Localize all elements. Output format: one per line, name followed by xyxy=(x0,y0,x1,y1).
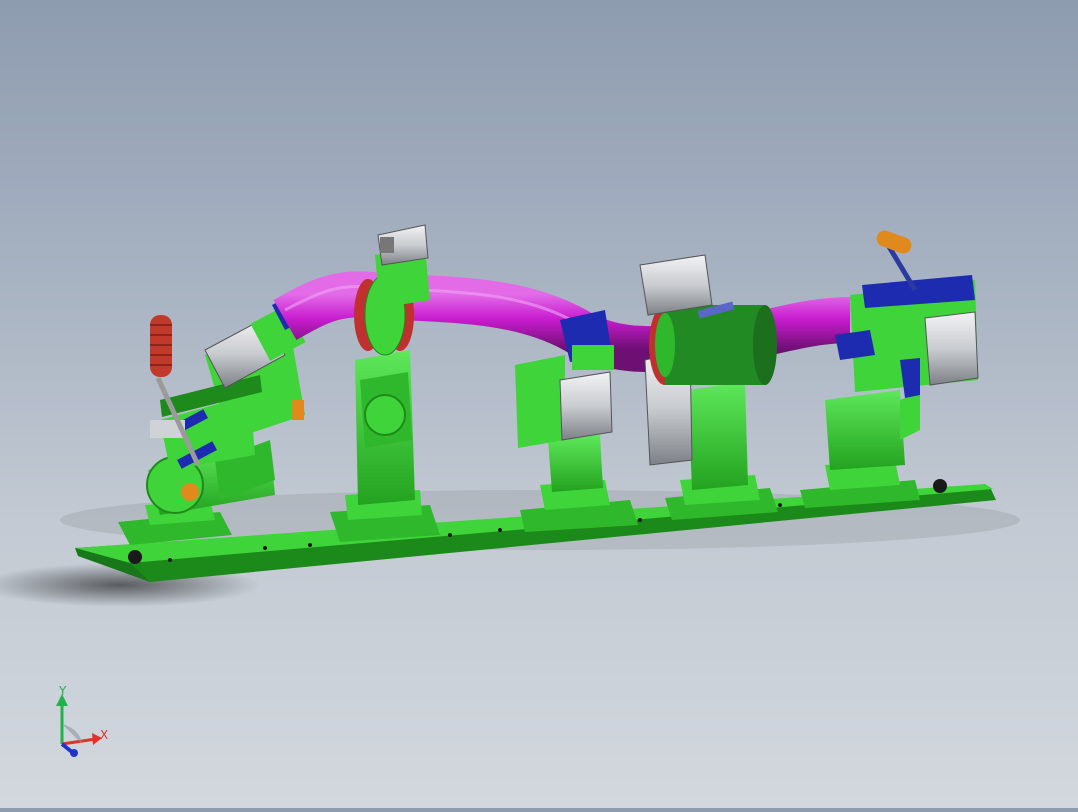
clamp-station-4[interactable] xyxy=(639,254,778,520)
pneumatic-cylinder[interactable] xyxy=(924,311,979,386)
coordinate-triad: Y X xyxy=(50,684,114,760)
pneumatic-cylinder[interactable] xyxy=(559,371,613,441)
fixture-assembly-render[interactable] xyxy=(0,0,1078,808)
clamp-station-5[interactable] xyxy=(800,228,979,508)
z-axis-icon xyxy=(60,742,74,754)
green-clamp-drum xyxy=(649,305,777,385)
x-axis-label: X xyxy=(100,728,109,742)
y-axis-label: Y xyxy=(59,684,67,698)
orange-toggle-handle[interactable] xyxy=(874,228,918,292)
3d-model-viewport[interactable] xyxy=(0,0,1078,808)
